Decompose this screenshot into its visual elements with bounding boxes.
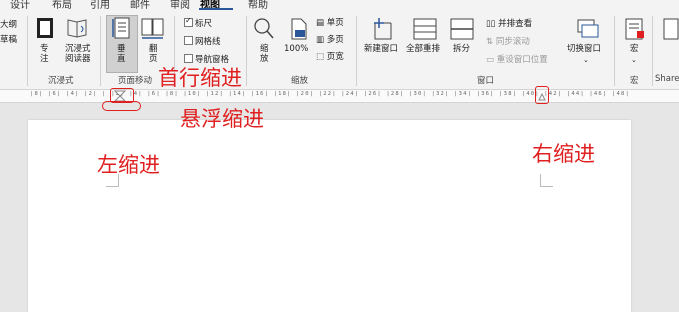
side-by-side-label: 并排查看 [498, 19, 533, 29]
ruler-check-icon [184, 16, 193, 27]
ruler-checkbox[interactable]: 标尺 [184, 16, 213, 29]
outline-button[interactable]: 大纲 [0, 20, 17, 30]
reset-position-icon: ▭ [486, 55, 497, 65]
one-page-icon: ▤ [316, 18, 327, 28]
nav-pane-checkbox[interactable]: 导航窗格 [184, 54, 230, 65]
zoom-100-icon [291, 18, 307, 40]
split-button[interactable]: 拆分 [453, 44, 470, 54]
nav-pane-check-icon [184, 54, 193, 63]
arrange-all-icon [413, 18, 437, 40]
arrange-all-button[interactable]: 全部重排 [406, 44, 440, 54]
vertical-icon [112, 17, 130, 39]
one-page-button[interactable]: ▤ 单页 [316, 18, 344, 28]
side-to-side-button[interactable]: 翻 页 [149, 44, 158, 64]
page-width-button[interactable]: ⬚ 页宽 [316, 52, 344, 62]
side-by-side-button[interactable]: ▯▯ 并排查看 [486, 19, 532, 29]
right-margin-corner [540, 174, 553, 187]
focus-icon [37, 18, 53, 38]
gridlines-label: 网格线 [195, 37, 221, 47]
group-separator [652, 16, 653, 86]
sync-scroll-button[interactable]: ⇅ 同步滚动 [486, 37, 530, 47]
macros-chevron-down-icon[interactable]: ⌄ [631, 55, 637, 65]
macros-group-label: 宏 [630, 76, 639, 86]
one-page-label: 单页 [326, 18, 344, 28]
side-to-side-icon [141, 18, 164, 39]
reset-position-label: 重设窗口位置 [496, 55, 548, 65]
tab-layout[interactable]: 布局 [52, 0, 72, 11]
macros-icon [625, 18, 644, 40]
ribbon: 设计 布局 引用 邮件 审阅 视图 帮助 大纲 草稿 专 注 沉浸式 阅读器 沉… [0, 0, 679, 90]
new-window-icon [374, 18, 392, 40]
page-width-icon: ⬚ [316, 52, 327, 62]
multi-page-label: 多页 [326, 35, 344, 45]
split-icon [450, 18, 474, 40]
sync-scroll-label: 同步滚动 [495, 37, 530, 47]
page-width-label: 页宽 [326, 52, 344, 62]
immersive-reader-button[interactable]: 沉浸式 阅读器 [65, 44, 91, 64]
gridlines-checkbox[interactable]: 网格线 [184, 36, 221, 47]
zoom-group-label: 缩放 [291, 76, 309, 86]
tab-mailings[interactable]: 邮件 [130, 0, 150, 11]
multi-page-icon: ▥ [316, 35, 327, 45]
switch-window-button[interactable]: 切换窗口 [567, 44, 601, 54]
tab-review[interactable]: 审阅 [170, 0, 190, 11]
right-indent-annotation: 右缩进 [532, 142, 595, 166]
tab-help[interactable]: 帮助 [248, 0, 268, 11]
share-icon [663, 18, 679, 40]
group-separator [246, 16, 247, 86]
reset-position-button[interactable]: ▭ 重设窗口位置 [486, 55, 548, 65]
gridlines-check-icon [184, 36, 193, 45]
group-separator [614, 16, 615, 86]
group-separator [27, 16, 28, 86]
macros-button[interactable]: 宏 [630, 44, 639, 54]
immersive-reader-icon [67, 19, 87, 38]
side-by-side-icon: ▯▯ [486, 19, 499, 29]
draft-button[interactable]: 草稿 [0, 35, 17, 45]
share-group-label: Share [655, 74, 679, 84]
new-window-button[interactable]: 新建窗口 [364, 44, 398, 54]
immersive-group-label: 沉浸式 [48, 76, 74, 86]
tab-design[interactable]: 设计 [10, 0, 30, 11]
group-separator [100, 16, 101, 86]
group-separator [356, 16, 357, 86]
sync-scroll-icon: ⇅ [486, 37, 496, 47]
tab-references[interactable]: 引用 [90, 0, 110, 11]
switch-window-chevron-down-icon[interactable]: ⌄ [583, 55, 589, 65]
window-group-label: 窗口 [477, 76, 495, 86]
magnifier-icon [254, 18, 274, 39]
left-indent-annotation: 左缩进 [97, 153, 160, 177]
hanging-indent-annotation: 悬浮缩进 [180, 107, 264, 131]
first-line-indent-annotation: 首行缩进 [158, 66, 242, 90]
multi-page-button[interactable]: ▥ 多页 [316, 35, 344, 45]
hanging-indent-highlight [102, 101, 141, 111]
horizontal-ruler[interactable]: |8| |6| |4| |2| | |2| |4| |6| |8| |10| |… [0, 90, 679, 103]
nav-pane-label: 导航窗格 [195, 55, 230, 65]
right-indent-highlight [535, 86, 549, 104]
vertical-button[interactable]: 垂 直 [117, 44, 126, 64]
focus-button[interactable]: 专 注 [40, 44, 49, 64]
ruler-label: 标尺 [195, 19, 213, 29]
page-movement-group-label: 页面移动 [118, 76, 153, 86]
switch-window-icon [577, 19, 599, 38]
zoom-100-button[interactable]: 100% [284, 44, 308, 54]
zoom-button[interactable]: 缩 放 [260, 44, 269, 64]
active-tab-indicator [199, 8, 233, 10]
